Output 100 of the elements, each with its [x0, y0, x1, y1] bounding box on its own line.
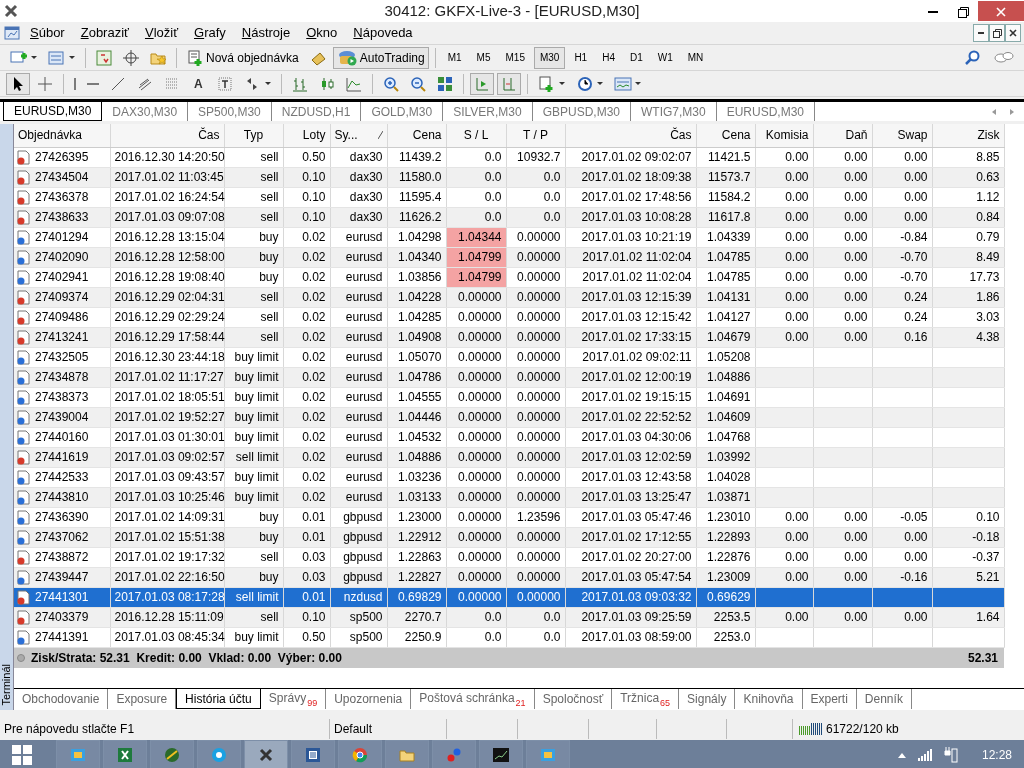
table-cell: 1.05208	[696, 347, 755, 367]
terminal-tab[interactable]: História účtu	[176, 689, 261, 709]
taskbar-app-button[interactable]	[244, 740, 288, 768]
table-cell-text: 27440160	[35, 429, 89, 446]
timeframe-button[interactable]: M1	[441, 46, 468, 69]
table-cell: 10932.7	[506, 147, 565, 167]
table-cell: 1.23010	[696, 507, 755, 527]
column-header[interactable]: S / L	[446, 124, 506, 147]
chart-tab[interactable]: EURUSD,M30	[3, 102, 103, 121]
table-cell: 2017.01.02 11:02:04	[565, 267, 696, 287]
column-header[interactable]: Cena	[387, 124, 446, 147]
column-header[interactable]: Čas	[565, 124, 696, 147]
menu-item[interactable]: Nástroje	[233, 22, 299, 44]
table-cell: 0.0	[506, 187, 565, 207]
table-cell: 0.02	[283, 387, 330, 407]
chart-tab[interactable]: NZDUSD,H1	[271, 102, 362, 121]
timeframe-button[interactable]: D1	[624, 46, 649, 69]
column-header[interactable]: Typ	[224, 124, 283, 147]
column-header[interactable]: Čas	[110, 124, 224, 147]
timeframe-button[interactable]: M5	[470, 46, 497, 69]
menu-item[interactable]: Vložiť	[136, 22, 186, 44]
chart-tab[interactable]: WTIG7,M30	[631, 102, 717, 121]
menu-item[interactable]: Zobraziť	[72, 22, 137, 44]
table-cell-text: 27432505	[35, 349, 89, 366]
table-cell: -0.37	[932, 547, 1004, 567]
terminal-tab[interactable]: Upozornenia	[326, 689, 412, 709]
timeframe-button[interactable]: M15	[499, 46, 531, 69]
new-order-button[interactable]: Nová objednávka	[183, 46, 303, 69]
table-cell-text: 27434504	[35, 169, 89, 186]
table-cell-text: 27441391	[35, 629, 89, 646]
autotrading-button[interactable]: AutoTrading	[332, 46, 429, 69]
terminal-tab[interactable]: Správy$_{99}$	[260, 689, 327, 709]
terminal-tab[interactable]: Obchodovanie	[14, 689, 109, 709]
table-cell: buy	[224, 507, 283, 527]
chart-tab[interactable]: SILVER,M30	[443, 102, 533, 121]
terminal-tab[interactable]: Knihovňa	[735, 689, 803, 709]
table-cell: 0.02	[283, 347, 330, 367]
spreadsheet-icon	[116, 746, 134, 764]
mdi-restore-button[interactable]	[989, 24, 1005, 42]
chart-tab[interactable]: SP500,M30	[188, 102, 272, 121]
text-tool-button[interactable]: A	[187, 72, 210, 95]
restore-icon	[992, 28, 1002, 38]
menu-item[interactable]: Okno	[298, 22, 346, 44]
timeframe-button[interactable]: W1	[651, 46, 679, 69]
table-cell: 2017.01.03 08:17:28	[110, 587, 224, 607]
chart-tab[interactable]: GBPUSD,M30	[532, 102, 631, 121]
timeframe-button[interactable]: H1	[568, 46, 594, 69]
table-cell: 1.04298	[387, 227, 446, 247]
cursor-button[interactable]	[6, 72, 30, 95]
table-cell-text: 27401294	[35, 229, 89, 246]
terminal-tab[interactable]: Experti	[802, 689, 857, 709]
table-cell: 0.00	[813, 147, 872, 167]
autoscroll-button[interactable]	[469, 72, 494, 95]
mdi-minimize-button[interactable]	[973, 24, 989, 42]
chart-tab[interactable]: EURUSD,M30	[716, 102, 816, 121]
taskbar-app-button[interactable]	[479, 740, 523, 768]
terminal-tab[interactable]: Denník	[856, 689, 912, 709]
column-header[interactable]: Cena	[696, 124, 755, 147]
table-cell: buy limit	[224, 627, 283, 647]
menu-item[interactable]: Súbor	[22, 22, 73, 44]
terminal-tab[interactable]: Poštová schránka$_{21}$	[411, 689, 535, 709]
table-cell: 2017.01.03 09:03:32	[565, 587, 696, 607]
column-header[interactable]: Komisia	[755, 124, 813, 147]
column-header[interactable]: Loty	[283, 124, 330, 147]
table-cell: 0.00	[755, 507, 813, 527]
table-cell: 2017.01.03 01:30:01	[110, 427, 224, 447]
timeframe-button[interactable]: H4	[596, 46, 621, 69]
table-cell: 0.00	[813, 507, 872, 527]
table-cell: 1.23000	[387, 507, 446, 527]
table-cell: 0.00	[755, 187, 813, 207]
table-cell: -0.05	[872, 507, 932, 527]
table-cell: 1.23596	[506, 507, 565, 527]
column-header[interactable]: Swap	[872, 124, 932, 147]
taskbar-clock: 12:28	[981, 747, 1012, 764]
taskbar-app-button[interactable]	[291, 740, 335, 768]
terminal-tab[interactable]: Spoločnosť	[534, 689, 613, 709]
summary-total: 52.31	[967, 649, 998, 667]
table-cell-text: 27402090	[35, 249, 89, 266]
document-icon	[304, 746, 322, 764]
table-cell: gbpusd	[330, 507, 387, 527]
column-header[interactable]: Zisk	[932, 124, 1004, 147]
column-header[interactable]: Objednávka	[14, 124, 110, 147]
table-cell-text: 27426395	[35, 149, 89, 166]
timeframe-button[interactable]: M30	[533, 46, 566, 69]
terminal-tab[interactable]: Tržnica$_{65}$	[612, 689, 680, 709]
terminal-tab[interactable]: Signály	[679, 689, 736, 709]
table-cell: 0.00	[813, 307, 872, 327]
column-header[interactable]: T / P	[506, 124, 565, 147]
chat-icon	[994, 49, 1014, 66]
table-cell: 2016.12.30 14:20:50	[110, 147, 224, 167]
column-header[interactable]: Daň	[813, 124, 872, 147]
mdi-close-button[interactable]	[1005, 24, 1021, 42]
chart-shift-button[interactable]	[496, 72, 521, 95]
timeframe-button[interactable]: MN	[681, 46, 710, 69]
chart-tab[interactable]: GOLD,M30	[361, 102, 444, 121]
table-cell: 0.24	[872, 307, 932, 327]
table-cell: 0.00000	[446, 347, 506, 367]
chart-tab[interactable]: DAX30,M30	[102, 102, 189, 121]
menu-item[interactable]: Grafy	[186, 22, 234, 44]
menu-item[interactable]: Nápoveda	[345, 22, 421, 44]
